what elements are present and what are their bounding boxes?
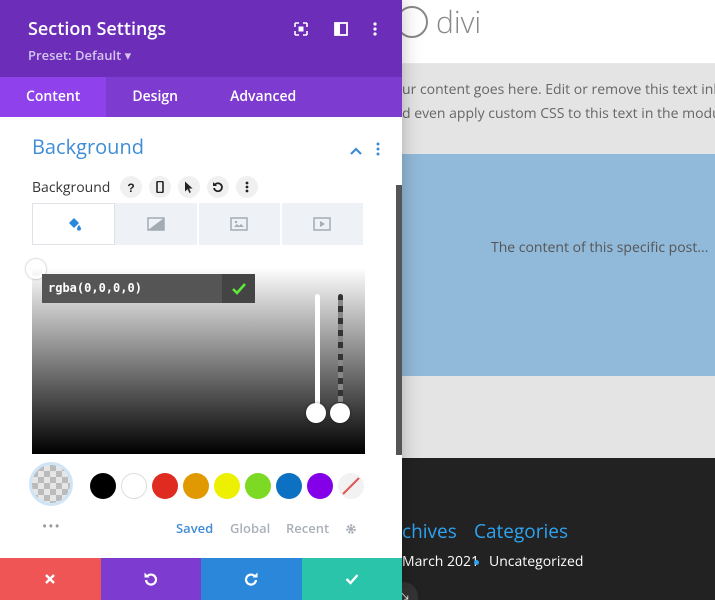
- preset-dropdown[interactable]: Preset: Default ▾: [28, 46, 131, 64]
- undo-button[interactable]: [100, 558, 201, 600]
- swatch-red[interactable]: [152, 473, 178, 499]
- swatch-blue[interactable]: [276, 473, 302, 499]
- confirm-color-button[interactable]: [222, 274, 255, 303]
- footer-heading-archives: chives: [402, 518, 457, 544]
- body-text-line: ur content goes here. Edit or remove thi…: [402, 80, 715, 99]
- tab-advanced[interactable]: Advanced: [204, 77, 322, 117]
- tab-content[interactable]: Content: [0, 77, 107, 117]
- footer-heading-categories: Categories: [474, 518, 568, 544]
- swatch-green[interactable]: [245, 473, 271, 499]
- footer-archive-link[interactable]: March 2021: [402, 552, 479, 571]
- logo-text: divi: [436, 1, 482, 42]
- swatch-white[interactable]: [121, 473, 147, 499]
- color-picker-area[interactable]: rgba(0,0,0,0): [26, 259, 365, 454]
- scrollbar[interactable]: [396, 185, 402, 455]
- bullet-dot: [474, 560, 479, 565]
- help-icon[interactable]: ?: [120, 176, 142, 198]
- swatch-purple[interactable]: [307, 473, 333, 499]
- gear-icon[interactable]: [344, 519, 358, 541]
- more-vertical-icon[interactable]: [236, 176, 258, 198]
- toggle-title-background[interactable]: Background: [32, 133, 144, 160]
- panel-tabs: Content Design Advanced: [0, 77, 402, 117]
- panel-body: Background Background ? rgba(0,0,0,0) ••…: [0, 117, 402, 558]
- more-horizontal-icon[interactable]: •••: [42, 517, 61, 536]
- panel-title: Section Settings: [28, 17, 167, 41]
- redo-button[interactable]: [201, 558, 302, 600]
- palette-recent-link[interactable]: Recent: [286, 519, 329, 537]
- opacity-slider[interactable]: [338, 294, 343, 419]
- section-settings-panel: Section Settings Preset: Default ▾ Conte…: [0, 0, 402, 600]
- body-text-line: d even apply custom CSS to this text in …: [402, 104, 715, 123]
- color-value-input[interactable]: rgba(0,0,0,0): [42, 274, 222, 303]
- swatch-orange[interactable]: [183, 473, 209, 499]
- svg-text:?: ?: [127, 181, 134, 193]
- chevron-up-icon[interactable]: [349, 139, 363, 161]
- fullscreen-icon[interactable]: [292, 20, 310, 38]
- opacity-slider-knob[interactable]: [330, 403, 350, 423]
- tab-design[interactable]: Design: [106, 77, 204, 117]
- hue-slider[interactable]: [315, 294, 320, 419]
- bg-type-gradient[interactable]: [115, 203, 199, 245]
- option-label: Background: [32, 178, 111, 197]
- bg-type-image[interactable]: [198, 203, 282, 245]
- more-vertical-icon[interactable]: [375, 139, 381, 161]
- footer-category-link[interactable]: Uncategorized: [489, 552, 583, 571]
- reset-icon[interactable]: [207, 176, 229, 198]
- discard-button[interactable]: [0, 558, 101, 600]
- swatch-none-icon[interactable]: [338, 473, 364, 499]
- site-logo[interactable]: divi: [396, 6, 481, 38]
- background-type-tabs: [32, 203, 365, 245]
- post-content-text: The content of this specific post...: [491, 238, 709, 257]
- cursor-icon[interactable]: [178, 176, 200, 198]
- swatch-yellow[interactable]: [214, 473, 240, 499]
- bg-type-color[interactable]: [32, 203, 116, 245]
- swatch-black[interactable]: [90, 473, 116, 499]
- panel-footer: [0, 558, 402, 600]
- panel-header[interactable]: Section Settings Preset: Default ▾: [0, 0, 402, 77]
- sidebar-toggle-icon[interactable]: [332, 20, 350, 38]
- mobile-icon[interactable]: [149, 176, 171, 198]
- save-button[interactable]: [301, 558, 402, 600]
- more-vertical-icon[interactable]: [366, 20, 384, 38]
- bg-type-video[interactable]: [281, 203, 365, 245]
- hue-slider-knob[interactable]: [306, 403, 326, 423]
- palette-saved-link[interactable]: Saved: [176, 519, 213, 537]
- palette-global-link[interactable]: Global: [230, 519, 270, 537]
- current-color-swatch[interactable]: [29, 462, 73, 506]
